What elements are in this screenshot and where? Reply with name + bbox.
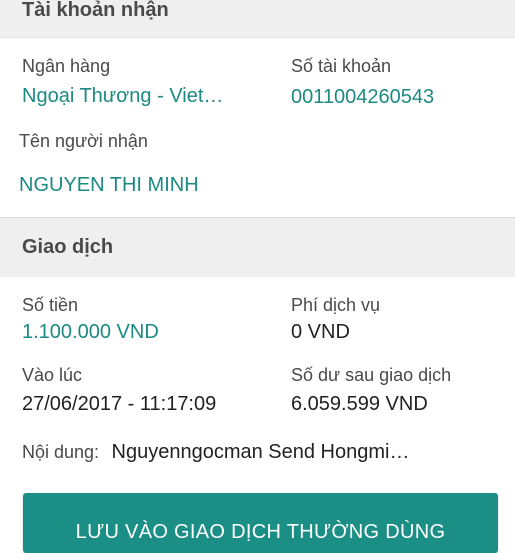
fee-value: 0 VND: [291, 321, 350, 343]
recipient-label: Tên người nhận: [19, 131, 148, 151]
amount-value: 1.100.000 VND: [22, 321, 159, 343]
time-value: 27/06/2017 - 11:17:09: [22, 393, 217, 415]
bank-value: Ngoại Thương - Viet…: [22, 85, 224, 107]
bank-label: Ngân hàng: [22, 56, 111, 76]
save-to-frequent-button[interactable]: LƯU VÀO GIAO DỊCH THƯỜNG DÙNG: [23, 493, 498, 553]
account-section-title: Tài khoản nhận: [22, 0, 169, 21]
account-number-value: 0011004260543: [291, 86, 435, 108]
recipient-value: NGUYEN THI MINH: [19, 174, 199, 196]
account-number-label: Số tài khoản: [291, 56, 392, 76]
content-label: Nội dung:: [22, 442, 100, 462]
balance-value: 6.059.599 VND: [291, 393, 428, 415]
transaction-section-title: Giao dịch: [22, 236, 114, 258]
content-value: Nguyenngocman Send Hongmi…: [111, 441, 410, 463]
transaction-section-header: Giao dịch: [0, 217, 515, 277]
content-row: Nội dung: Nguyenngocman Send Hongmi…: [22, 441, 502, 464]
amount-label: Số tiền: [22, 295, 79, 315]
account-section-header: Tài khoản nhận: [0, 0, 515, 37]
fee-label: Phí dịch vụ: [291, 295, 381, 315]
balance-label: Số dư sau giao dịch: [291, 365, 452, 385]
time-label: Vào lúc: [22, 365, 83, 385]
divider: [0, 37, 515, 38]
